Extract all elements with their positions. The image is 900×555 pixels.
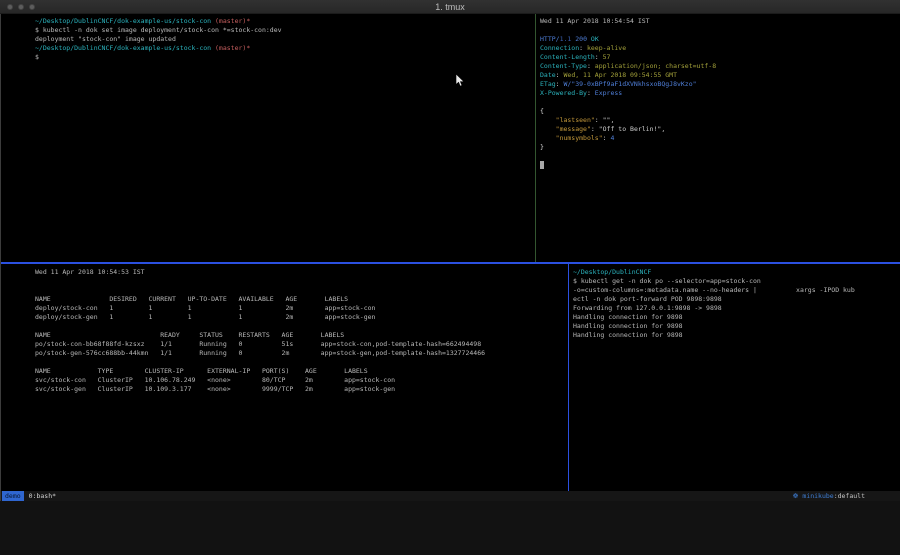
terminal-line: NAME READY STATUS RESTARTS AGE LABELS bbox=[35, 331, 565, 340]
pane-bottom-right-port-forward[interactable]: ~/Desktop/DublinCNCF$ kubectl get -n dok… bbox=[571, 264, 900, 491]
terminal-line: HTTP/1.1 200 OK bbox=[540, 35, 899, 44]
terminal-line: $ bbox=[35, 53, 532, 62]
terminal-line: NAME DESIRED CURRENT UP-TO-DATE AVAILABL… bbox=[35, 295, 565, 304]
traffic-lights bbox=[7, 4, 35, 10]
window-title: 1. tmux bbox=[0, 0, 900, 14]
terminal-line: Handling connection for 9898 bbox=[573, 313, 899, 322]
close-button[interactable] bbox=[7, 4, 13, 10]
tmux-status-right: ☸ minikube:default bbox=[793, 491, 865, 501]
terminal-line bbox=[35, 286, 565, 295]
pane-top-left-shell[interactable]: ~/Desktop/DublinCNCF/dok-example-us/stoc… bbox=[1, 14, 534, 262]
terminal-line bbox=[35, 322, 565, 331]
terminal-line: ~/Desktop/DublinCNCF bbox=[573, 268, 899, 277]
terminal-line: Content-Length: 57 bbox=[540, 53, 899, 62]
terminal-line: Wed 11 Apr 2018 10:54:53 IST bbox=[35, 268, 565, 277]
terminal-line: ectl -n dok port-forward POD 9898:9898 bbox=[573, 295, 899, 304]
terminal-line: "lastseen": "", bbox=[540, 116, 899, 125]
desktop-background bbox=[0, 501, 900, 555]
pane-divider-vertical-top[interactable] bbox=[535, 14, 536, 262]
terminal-cursor bbox=[540, 161, 544, 169]
terminal-line: po/stock-con-bb68f88fd-kzsxz 1/1 Running… bbox=[35, 340, 565, 349]
terminal-line bbox=[540, 26, 899, 35]
terminal-line: X-Powered-By: Express bbox=[540, 89, 899, 98]
terminal-line: deploy/stock-con 1 1 1 1 2m app=stock-co… bbox=[35, 304, 565, 313]
terminal-line: Wed 11 Apr 2018 10:54:54 IST bbox=[540, 17, 899, 26]
screen: 1. tmux ~/Desktop/DublinCNCF/dok-example… bbox=[0, 0, 900, 555]
terminal-line: NAME TYPE CLUSTER-IP EXTERNAL-IP PORT(S)… bbox=[35, 367, 565, 376]
terminal-line bbox=[540, 152, 899, 161]
terminal-line: svc/stock-gen ClusterIP 10.109.3.177 <no… bbox=[35, 385, 565, 394]
terminal-line: ~/Desktop/DublinCNCF/dok-example-us/stoc… bbox=[35, 17, 532, 26]
tmux-session-name[interactable]: demo bbox=[2, 491, 24, 501]
mouse-pointer-icon bbox=[456, 74, 465, 87]
terminal-line: { bbox=[540, 107, 899, 116]
pane-bottom-left-kubectl-watch[interactable]: Wed 11 Apr 2018 10:54:53 IST NAME DESIRE… bbox=[1, 264, 567, 491]
window-titlebar[interactable]: 1. tmux bbox=[0, 0, 900, 14]
terminal-line bbox=[540, 98, 899, 107]
minimize-button[interactable] bbox=[18, 4, 24, 10]
terminal-line: ~/Desktop/DublinCNCF/dok-example-us/stoc… bbox=[35, 44, 532, 53]
terminal-line: Forwarding from 127.0.0.1:9898 -> 9898 bbox=[573, 304, 899, 313]
terminal-line: Date: Wed, 11 Apr 2018 09:54:55 GMT bbox=[540, 71, 899, 80]
terminal-line: Handling connection for 9898 bbox=[573, 322, 899, 331]
terminal-line: $ kubectl -n dok set image deployment/st… bbox=[35, 26, 532, 35]
kubernetes-icon: ☸ bbox=[793, 492, 799, 500]
terminal-line: deployment "stock-con" image updated bbox=[35, 35, 532, 44]
terminal-line: "numsymbols": 4 bbox=[540, 134, 899, 143]
terminal-line: svc/stock-con ClusterIP 10.106.78.249 <n… bbox=[35, 376, 565, 385]
tmux-window-label[interactable]: 0:bash* bbox=[29, 492, 56, 500]
terminal-line: deploy/stock-gen 1 1 1 1 2m app=stock-ge… bbox=[35, 313, 565, 322]
terminal-line bbox=[35, 358, 565, 367]
kube-namespace: :default bbox=[834, 492, 865, 500]
terminal-line: Connection: keep-alive bbox=[540, 44, 899, 53]
zoom-button[interactable] bbox=[29, 4, 35, 10]
terminal-line: } bbox=[540, 143, 899, 152]
terminal-line: po/stock-gen-576cc688bb-44kmn 1/1 Runnin… bbox=[35, 349, 565, 358]
terminal-line: -o=custom-columns=:metadata.name --no-he… bbox=[573, 286, 899, 295]
terminal-line bbox=[540, 161, 899, 170]
terminal-line: ETag: W/"39-0xBPf9aF1dXVNkhsxoBQgJ8vKzo" bbox=[540, 80, 899, 89]
tmux-status-bar: demo 0:bash* ☸ minikube:default bbox=[1, 491, 900, 501]
terminal-line: "message": "Off to Berlin!", bbox=[540, 125, 899, 134]
terminal-line: $ kubectl get -n dok po --selector=app=s… bbox=[573, 277, 899, 286]
terminal-line: Content-Type: application/json; charset=… bbox=[540, 62, 899, 71]
pane-top-right-http-response[interactable]: Wed 11 Apr 2018 10:54:54 IST HTTP/1.1 20… bbox=[538, 14, 900, 262]
kube-cluster-name: minikube bbox=[802, 492, 833, 500]
terminal-window: ~/Desktop/DublinCNCF/dok-example-us/stoc… bbox=[0, 14, 900, 501]
terminal-line bbox=[35, 277, 565, 286]
pane-divider-vertical-bottom[interactable] bbox=[568, 264, 569, 491]
terminal-line: Handling connection for 9898 bbox=[573, 331, 899, 340]
